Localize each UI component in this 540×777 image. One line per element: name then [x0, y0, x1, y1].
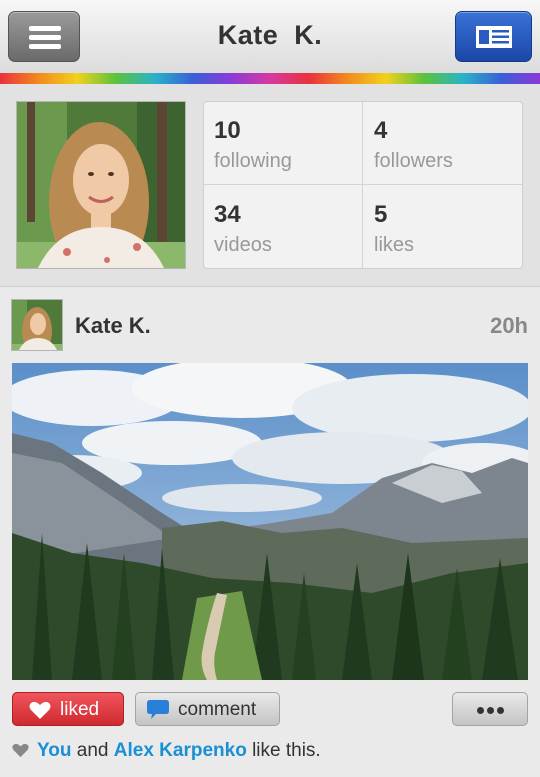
stat-videos[interactable]: 34 videos — [204, 186, 364, 270]
post-video-thumbnail[interactable] — [12, 363, 528, 680]
likes-conjunction: and — [76, 740, 109, 761]
profile-avatar[interactable] — [16, 101, 186, 269]
liker-link[interactable]: Alex Karpenko — [114, 740, 247, 761]
stat-label: likes — [374, 234, 415, 256]
post-author-avatar[interactable] — [11, 299, 63, 351]
small-heart-icon — [12, 743, 29, 758]
stat-count: 34 — [214, 201, 241, 228]
profile-header: 10 following 4 followers 34 videos 5 lik… — [0, 84, 540, 287]
news-feed-button[interactable] — [455, 11, 532, 62]
likes-suffix: like this. — [252, 740, 321, 761]
rainbow-divider — [0, 73, 540, 84]
profile-stats: 10 following 4 followers 34 videos 5 lik… — [203, 101, 523, 269]
stat-label: videos — [214, 234, 272, 256]
stat-likes[interactable]: 5 likes — [364, 186, 524, 270]
comment-button[interactable]: comment — [135, 692, 280, 726]
post-author-name[interactable]: Kate K. — [75, 313, 151, 339]
speech-bubble-icon — [147, 700, 169, 719]
stat-label: followers — [374, 150, 453, 172]
liked-button[interactable]: liked — [12, 692, 124, 726]
stat-label: following — [214, 150, 292, 172]
stat-followers[interactable]: 4 followers — [364, 102, 524, 186]
stat-count: 10 — [214, 117, 241, 144]
heart-icon — [29, 701, 51, 719]
liker-link[interactable]: You — [37, 740, 71, 761]
stat-following[interactable]: 10 following — [204, 102, 364, 186]
news-feed-icon — [476, 26, 512, 48]
stat-count: 5 — [374, 201, 388, 228]
nav-bar: Kate K. — [0, 0, 540, 73]
comment-label: comment — [178, 699, 257, 720]
more-options-button[interactable] — [452, 692, 528, 726]
post-timestamp: 20h — [490, 313, 528, 338]
stat-count: 4 — [374, 117, 388, 144]
liked-label: liked — [60, 699, 100, 720]
